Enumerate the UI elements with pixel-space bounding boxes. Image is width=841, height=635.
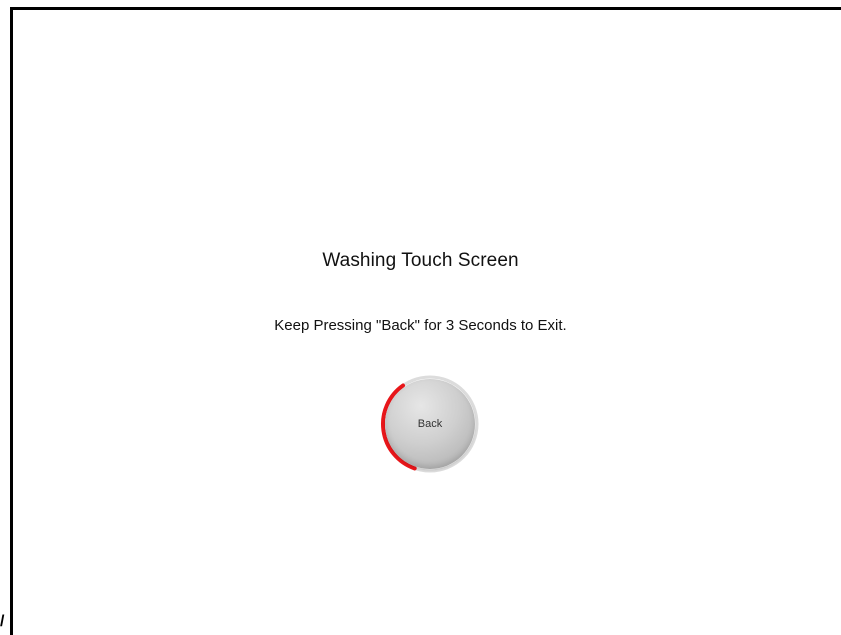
back-button[interactable]: Back	[385, 379, 475, 469]
exit-instruction: Keep Pressing "Back" for 3 Seconds to Ex…	[274, 317, 567, 334]
corner-mark: /	[0, 613, 5, 630]
washing-screen: Washing Touch Screen Keep Pressing "Back…	[0, 0, 841, 635]
back-button-container: Back	[378, 374, 482, 478]
page-title: Washing Touch Screen	[322, 250, 519, 271]
